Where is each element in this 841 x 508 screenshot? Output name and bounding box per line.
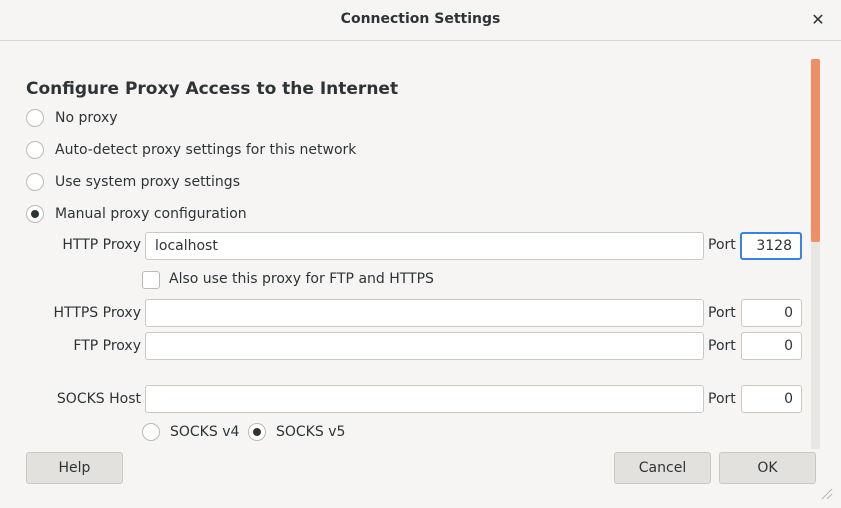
socks-port-label: Port <box>708 391 736 407</box>
radio-button[interactable] <box>248 423 266 441</box>
radio-button[interactable] <box>26 109 44 127</box>
ftp-proxy-label: FTP Proxy <box>73 338 141 354</box>
radio-label: SOCKS v5 <box>276 424 346 440</box>
radio-no-proxy[interactable]: No proxy <box>26 109 118 127</box>
https-proxy-input[interactable] <box>145 299 704 327</box>
cancel-button[interactable]: Cancel <box>614 452 711 484</box>
also-use-checkbox[interactable] <box>142 271 160 289</box>
radio-system-proxy[interactable]: Use system proxy settings <box>26 173 240 191</box>
socks-port-input[interactable] <box>741 385 802 413</box>
http-proxy-label: HTTP Proxy <box>62 237 141 253</box>
ftp-port-label: Port <box>708 338 736 354</box>
resize-grip-icon[interactable] <box>819 486 833 500</box>
https-port-label: Port <box>708 305 736 321</box>
radio-label: Manual proxy configuration <box>55 206 247 222</box>
radio-button[interactable] <box>26 173 44 191</box>
radio-button[interactable] <box>26 205 44 223</box>
radio-label: Auto-detect proxy settings for this netw… <box>55 142 357 158</box>
dialog-content: Configure Proxy Access to the Internet N… <box>0 41 841 451</box>
radio-socks-v5[interactable]: SOCKS v5 <box>248 423 345 441</box>
https-port-input[interactable] <box>741 299 802 327</box>
radio-label: SOCKS v4 <box>170 424 240 440</box>
scrollbar-thumb[interactable] <box>811 59 820 242</box>
radio-button[interactable] <box>26 141 44 159</box>
radio-label: No proxy <box>55 110 118 126</box>
http-proxy-input[interactable] <box>145 232 704 260</box>
ftp-proxy-input[interactable] <box>145 332 704 360</box>
section-heading: Configure Proxy Access to the Internet <box>26 79 399 99</box>
close-icon[interactable]: ✕ <box>809 10 827 29</box>
dialog-title: Connection Settings <box>340 11 501 27</box>
also-use-label: Also use this proxy for FTP and HTTPS <box>169 271 434 287</box>
ok-button[interactable]: OK <box>719 452 816 484</box>
http-port-label: Port <box>708 237 736 253</box>
socks-host-label: SOCKS Host <box>56 391 141 407</box>
radio-button[interactable] <box>142 423 160 441</box>
scrollbar[interactable] <box>811 59 820 449</box>
radio-label: Use system proxy settings <box>55 174 240 190</box>
radio-auto-detect[interactable]: Auto-detect proxy settings for this netw… <box>26 141 356 159</box>
help-button[interactable]: Help <box>26 452 123 484</box>
radio-manual-proxy[interactable]: Manual proxy configuration <box>26 205 247 223</box>
socks-host-input[interactable] <box>145 385 704 413</box>
https-proxy-label: HTTPS Proxy <box>53 305 141 321</box>
title-bar: Connection Settings ✕ <box>0 0 841 41</box>
radio-socks-v4[interactable]: SOCKS v4 <box>142 423 239 441</box>
http-port-input[interactable] <box>740 232 802 260</box>
ftp-port-input[interactable] <box>741 332 802 360</box>
